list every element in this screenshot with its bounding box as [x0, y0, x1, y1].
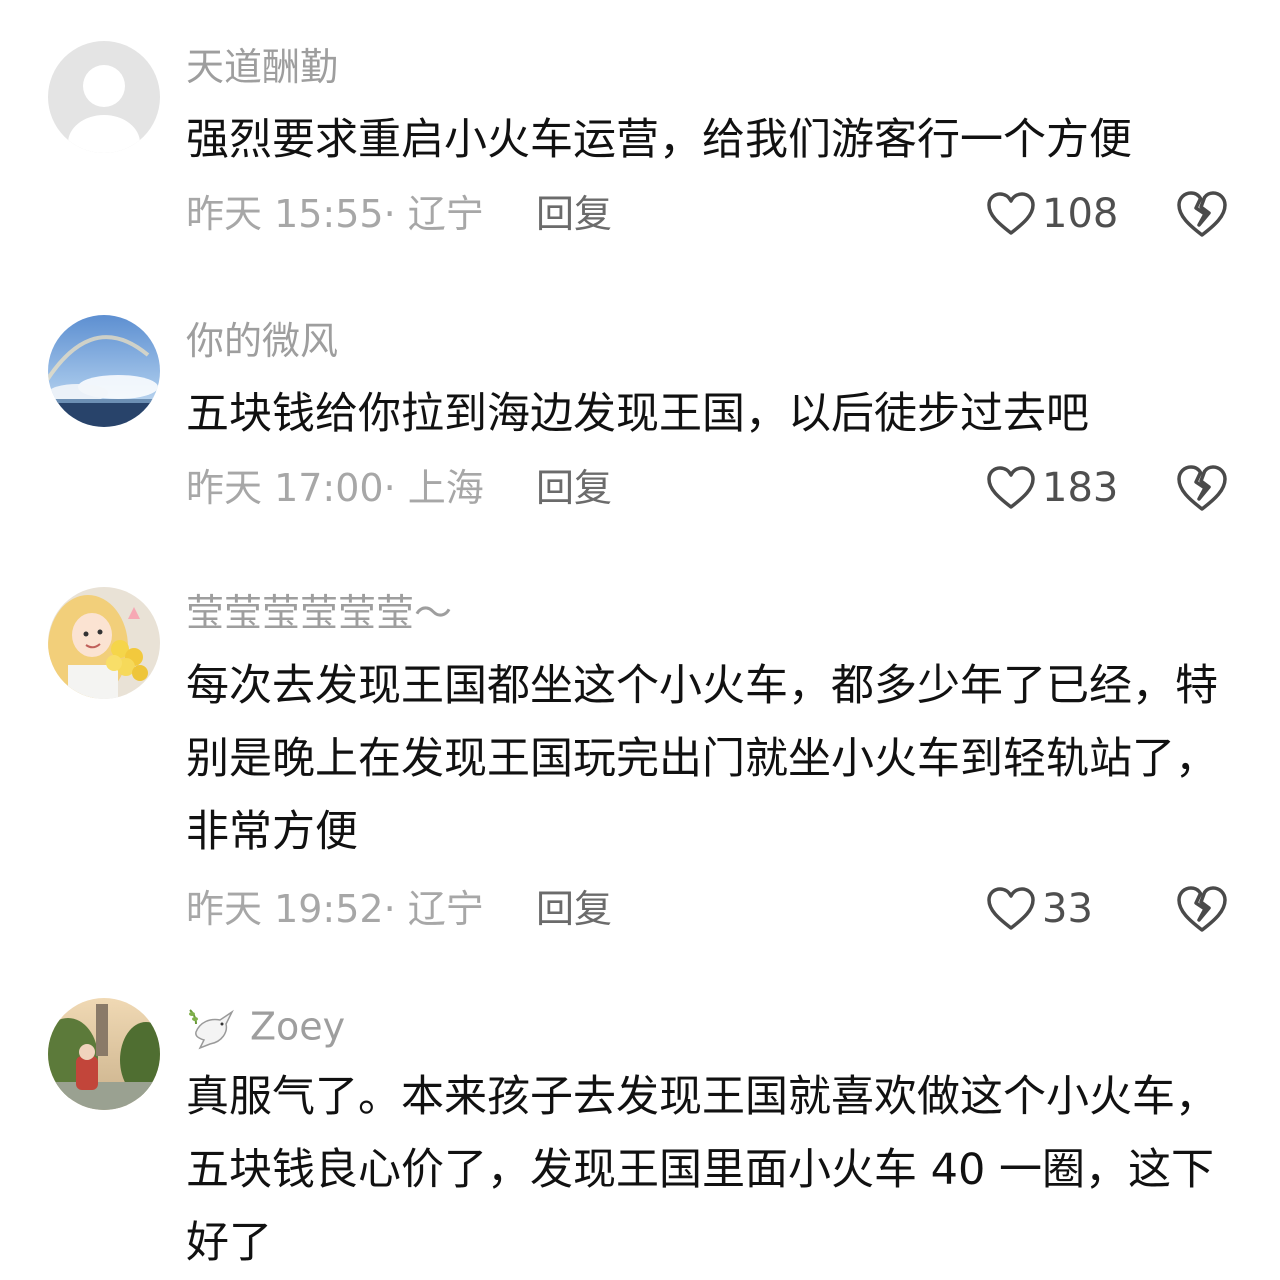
user-avatar[interactable]: [48, 587, 160, 699]
comment-meta: 昨天 17:00· 上海: [186, 463, 484, 513]
heart-icon: [987, 887, 1035, 930]
username[interactable]: 莹莹莹莹莹莹～: [186, 588, 452, 638]
reply-button[interactable]: 回复: [536, 884, 612, 934]
broken-heart-icon: [1177, 465, 1227, 511]
heart-icon: [987, 192, 1035, 235]
reply-button[interactable]: 回复: [536, 463, 612, 513]
comment-time: 昨天 15:55: [186, 192, 384, 236]
comment-meta: 昨天 15:55· 辽宁: [186, 189, 484, 239]
heart-icon: [987, 466, 1035, 509]
user-avatar[interactable]: [48, 41, 160, 153]
like-count: 183: [1042, 465, 1119, 511]
comment-location: 上海: [407, 466, 484, 510]
cartoon-girl-avatar: [48, 587, 160, 699]
reply-button[interactable]: 回复: [536, 189, 612, 239]
dislike-button[interactable]: [1176, 189, 1228, 239]
comment-text: 每次去发现王国都坐这个小火车，都多少年了已经，特别是晚上在发现王国玩完出门就坐小…: [186, 661, 1218, 857]
username[interactable]: Zoey: [186, 999, 345, 1052]
like-button[interactable]: 183: [978, 461, 1118, 515]
dislike-button[interactable]: [1176, 463, 1228, 513]
comment-time: 昨天 17:00: [186, 466, 384, 510]
username-label[interactable]: Zoey: [250, 1005, 345, 1049]
like-button[interactable]: 33: [978, 882, 1118, 936]
comment-location: 辽宁: [407, 887, 484, 931]
meta-separator: ·: [383, 192, 408, 236]
meta-separator: ·: [383, 887, 408, 931]
dislike-button[interactable]: [1176, 884, 1228, 934]
like-count: 33: [1042, 886, 1093, 932]
comment-time: 昨天 19:52: [186, 887, 384, 931]
default-avatar-icon: [68, 65, 140, 153]
rainbow-sky-avatar: [48, 315, 160, 427]
username[interactable]: 你的微风: [186, 316, 338, 366]
garden-photo-avatar: [48, 998, 160, 1110]
like-button[interactable]: 108: [978, 187, 1118, 241]
user-avatar[interactable]: [48, 315, 160, 427]
meta-separator: ·: [383, 466, 408, 510]
broken-heart-icon: [1177, 191, 1227, 237]
username[interactable]: 天道酬勤: [186, 42, 338, 92]
user-avatar[interactable]: [48, 998, 160, 1110]
comment-meta: 昨天 19:52· 辽宁: [186, 884, 484, 934]
comment-text: 强烈要求重启小火车运营，给我们游客行一个方便: [186, 115, 1132, 165]
like-count: 108: [1042, 191, 1119, 237]
comment-location: 辽宁: [407, 192, 484, 236]
broken-heart-icon: [1177, 886, 1227, 932]
dove-icon: [186, 1002, 236, 1052]
comment-text: 五块钱给你拉到海边发现王国，以后徒步过去吧: [186, 389, 1089, 439]
comment-text: 真服气了。本来孩子去发现王国就喜欢做这个小火车，五块钱良心价了，发现王国里面小火…: [186, 1072, 1218, 1268]
